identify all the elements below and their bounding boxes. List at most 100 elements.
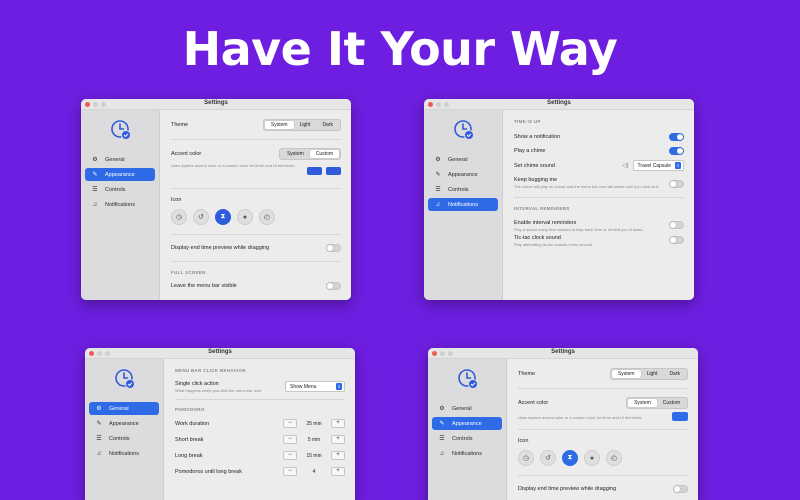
theme-option-system[interactable]: System xyxy=(264,121,294,129)
sidebar-item-notifications[interactable]: ♫ Notifications xyxy=(428,198,498,211)
sidebar-item-label: Notifications xyxy=(452,450,482,457)
accent-segmented-control[interactable]: System Custom xyxy=(279,148,341,160)
refresh-clock-icon[interactable]: ↺ xyxy=(540,450,556,466)
clock-icon[interactable]: ◷ xyxy=(171,209,187,225)
increment-button[interactable]: + xyxy=(331,467,345,476)
refresh-clock-icon[interactable]: ↺ xyxy=(193,209,209,225)
accent-color-label: Accent color xyxy=(171,151,202,157)
accent-segmented-control[interactable]: System Custom xyxy=(626,397,688,409)
window-title: Settings xyxy=(551,349,575,355)
settings-window-appearance-2: Settings ⚙ General ✎ Appearance ☰ Controls … xyxy=(428,348,698,500)
long-break-label: Long break xyxy=(175,452,203,459)
sidebar-item-notifications[interactable]: ♫ Notifications xyxy=(432,447,502,460)
sidebar-item-notifications[interactable]: ♫ Notifications xyxy=(85,198,155,211)
decrement-button[interactable]: − xyxy=(283,419,297,428)
keep-bugging-description: The chime will play on a loop and the me… xyxy=(514,184,660,189)
increment-button[interactable]: + xyxy=(331,435,345,444)
sidebar-item-controls[interactable]: ☰ Controls xyxy=(432,432,502,445)
accent-option-custom[interactable]: Custom xyxy=(657,399,686,407)
theme-segmented-control[interactable]: System Light Dark xyxy=(609,368,688,380)
record-icon[interactable]: ● xyxy=(584,450,600,466)
play-chime-toggle[interactable] xyxy=(669,147,684,155)
theme-option-system[interactable]: System xyxy=(611,370,641,378)
accent-description: Uses system accent color or a custom col… xyxy=(518,414,643,420)
app-clock-icon xyxy=(111,120,131,140)
sidebar-item-controls[interactable]: ☰ Controls xyxy=(85,183,155,196)
sidebar-item-label: Appearance xyxy=(105,171,135,178)
theme-segmented-control[interactable]: System Light Dark xyxy=(262,119,341,131)
chime-sound-popup[interactable]: Travel Capsule ⇕ xyxy=(632,160,684,171)
sidebar: ⚙ General ✎ Appearance ☰ Controls ♫ Notifica… xyxy=(85,359,164,500)
sidebar-item-appearance[interactable]: ✎ Appearance xyxy=(89,417,159,430)
tictac-toggle[interactable] xyxy=(669,236,684,244)
increment-button[interactable]: + xyxy=(331,451,345,460)
sidebar-item-general[interactable]: ⚙ General xyxy=(432,402,502,415)
accent-color-well[interactable] xyxy=(672,412,688,421)
single-click-popup[interactable]: Show Menu ⇕ xyxy=(285,381,345,392)
theme-option-light[interactable]: Light xyxy=(294,121,317,129)
settings-content: TIME IS UP Show a notification Play a ch… xyxy=(504,110,694,300)
sidebar-item-general[interactable]: ⚙ General xyxy=(89,402,159,415)
speaker-icon[interactable]: ◁) xyxy=(622,162,629,169)
chime-sound-value: Travel Capsule xyxy=(637,162,671,169)
sidebar-item-appearance[interactable]: ✎ Appearance xyxy=(428,168,498,181)
decrement-button[interactable]: − xyxy=(283,467,297,476)
clock-icon[interactable]: ◷ xyxy=(518,450,534,466)
bell-icon: ♫ xyxy=(96,450,102,457)
hourglass-icon[interactable]: ⧗ xyxy=(562,450,578,466)
single-click-value: Show Menu xyxy=(290,383,317,390)
bell-icon: ♫ xyxy=(92,201,98,208)
paintbrush-icon: ✎ xyxy=(439,421,445,427)
sidebar-item-label: General xyxy=(452,405,472,412)
sidebar-item-controls[interactable]: ☰ Controls xyxy=(428,183,498,196)
enable-interval-description: Play a sound every few minutes to help t… xyxy=(514,227,644,232)
settings-content: MENU BAR CLICK BEHAVIOR Single click act… xyxy=(165,359,355,500)
leave-menu-bar-toggle[interactable] xyxy=(326,282,341,290)
stopwatch-icon[interactable]: ◴ xyxy=(259,209,275,225)
theme-option-light[interactable]: Light xyxy=(641,370,664,378)
keep-bugging-toggle[interactable] xyxy=(669,180,684,188)
decrement-button[interactable]: − xyxy=(283,451,297,460)
sliders-icon: ☰ xyxy=(439,436,445,442)
decrement-button[interactable]: − xyxy=(283,435,297,444)
record-icon[interactable]: ● xyxy=(237,209,253,225)
icon-picker: ◷ ↺ ⧗ ● ◴ xyxy=(171,209,341,225)
accent-option-system[interactable]: System xyxy=(281,150,310,158)
enable-interval-toggle[interactable] xyxy=(669,221,684,229)
sidebar-item-appearance[interactable]: ✎ Appearance xyxy=(432,417,502,430)
sidebar-item-general[interactable]: ⚙ General xyxy=(85,153,155,166)
keep-bugging-label: Keep bugging me xyxy=(514,177,558,183)
full-screen-section-header: FULL SCREEN xyxy=(171,270,206,275)
sidebar-item-appearance[interactable]: ✎ Appearance xyxy=(85,168,155,181)
sidebar-item-notifications[interactable]: ♫ Notifications xyxy=(89,447,159,460)
show-notification-toggle[interactable] xyxy=(669,133,684,141)
sidebar-item-label: Controls xyxy=(452,435,473,442)
display-end-time-toggle[interactable] xyxy=(326,244,341,252)
display-end-time-toggle[interactable] xyxy=(673,485,688,493)
theme-option-dark[interactable]: Dark xyxy=(316,121,339,129)
bell-icon: ♫ xyxy=(439,450,445,457)
increment-button[interactable]: + xyxy=(331,419,345,428)
title-bar: Settings xyxy=(424,99,694,110)
accent-option-custom[interactable]: Custom xyxy=(309,150,339,158)
theme-option-dark[interactable]: Dark xyxy=(663,370,686,378)
work-duration-value: 25 min xyxy=(306,420,322,427)
accent-color-well-secondary[interactable] xyxy=(326,167,341,175)
sidebar-item-general[interactable]: ⚙ General xyxy=(428,153,498,166)
pomodoro-section-header: POMODORO xyxy=(175,407,205,412)
gear-icon: ⚙ xyxy=(439,406,445,412)
stopwatch-icon[interactable]: ◴ xyxy=(606,450,622,466)
icon-picker: ◷ ↺ ⧗ ● ◴ xyxy=(518,450,688,466)
title-bar: Settings xyxy=(81,99,351,110)
accent-option-system[interactable]: System xyxy=(628,399,657,407)
sliders-icon: ☰ xyxy=(92,187,98,193)
accent-color-well[interactable] xyxy=(307,167,322,175)
gear-icon: ⚙ xyxy=(435,157,441,163)
icon-label: Icon xyxy=(518,438,529,444)
hourglass-icon[interactable]: ⧗ xyxy=(215,209,231,225)
title-bar: Settings xyxy=(428,348,698,359)
sidebar-item-controls[interactable]: ☰ Controls xyxy=(89,432,159,445)
settings-window-appearance: Settings ⚙ General ✎ Appearance ☰ Controls … xyxy=(81,99,351,300)
set-chime-label: Set chime sound xyxy=(514,162,555,169)
paintbrush-icon: ✎ xyxy=(435,172,441,178)
